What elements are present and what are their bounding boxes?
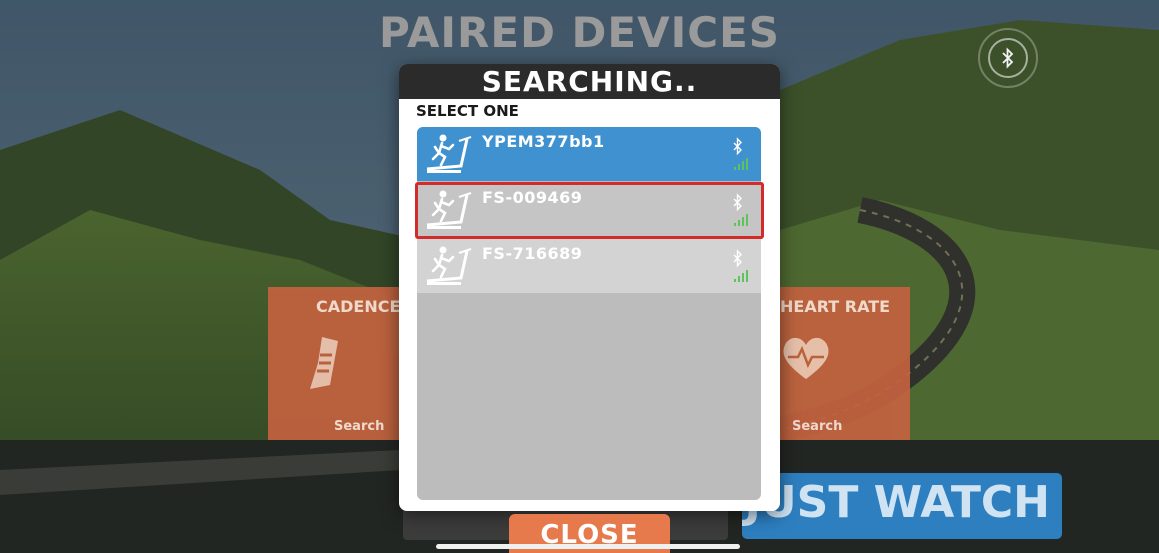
heart-icon: [783, 337, 829, 379]
just-watch-button[interactable]: JUST WATCH: [742, 473, 1062, 539]
heart-rate-search[interactable]: Search: [792, 419, 842, 434]
shoe-icon: [310, 337, 338, 389]
device-row-fs-716689[interactable]: FS-716689: [417, 239, 761, 293]
bluetooth-button[interactable]: [978, 28, 1038, 88]
treadmill-runner-icon: [426, 134, 472, 173]
modal-title: SEARCHING..: [481, 65, 698, 98]
just-watch-label: JUST WATCH: [744, 477, 1050, 528]
heart-rate-title: HEART RATE: [780, 297, 891, 316]
device-name: YPEM377bb1: [482, 132, 605, 151]
modal-header: SEARCHING..: [399, 64, 780, 99]
device-name: FS-716689: [482, 244, 583, 263]
device-row-ypem377bb1[interactable]: YPEM377bb1: [417, 127, 761, 181]
bluetooth-signal-icon: [733, 249, 748, 282]
home-indicator[interactable]: [436, 544, 740, 549]
select-one-label: SELECT ONE: [416, 102, 519, 120]
bluetooth-icon: [988, 38, 1028, 78]
treadmill-runner-icon: [426, 246, 472, 285]
selection-highlight: [415, 182, 764, 239]
bluetooth-signal-icon: [733, 137, 748, 170]
cadence-search[interactable]: Search: [334, 419, 384, 434]
heart-rate-tile[interactable]: HEART RATE Search: [776, 287, 910, 440]
cadence-tile[interactable]: CADENCE Search: [268, 287, 400, 440]
cadence-title: CADENCE: [316, 297, 401, 316]
device-search-modal: SEARCHING.. SELECT ONE YPEM377bb1 FS-009…: [399, 64, 780, 511]
